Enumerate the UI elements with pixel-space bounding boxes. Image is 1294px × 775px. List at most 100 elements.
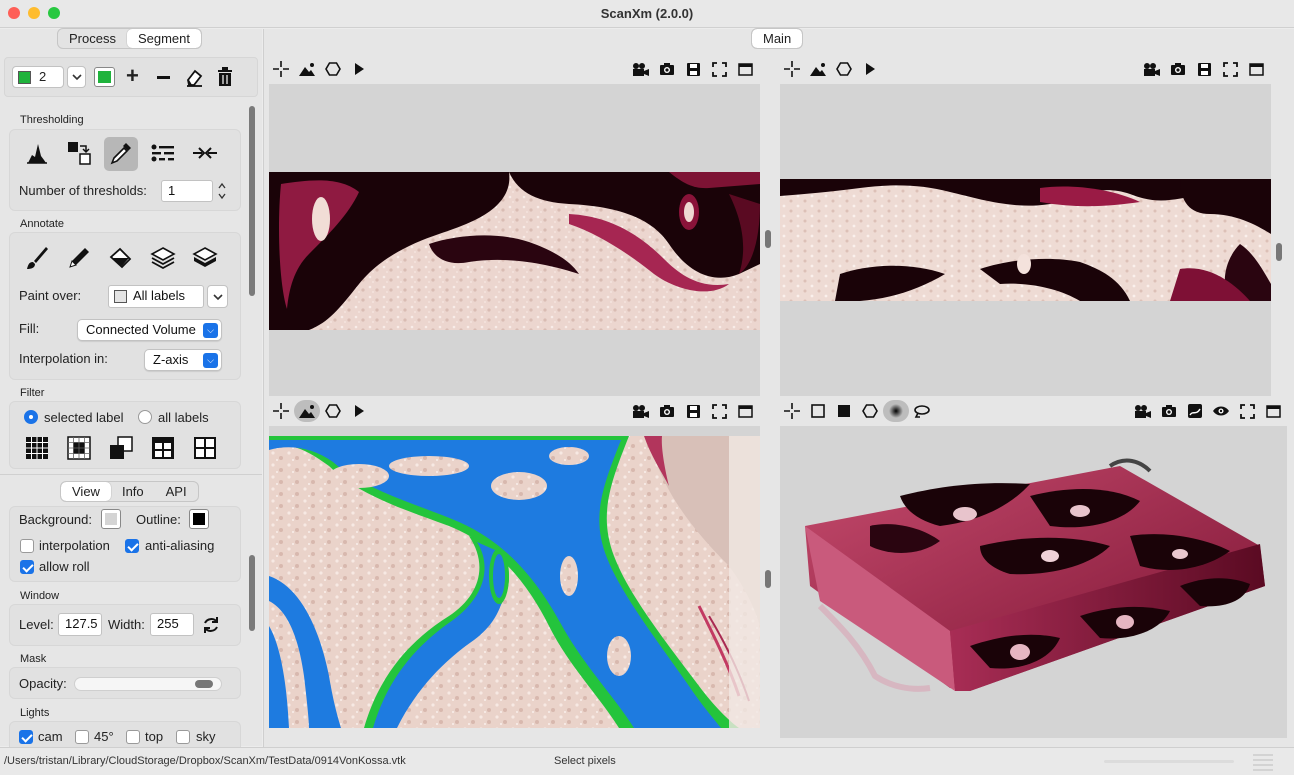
pick-threshold-button[interactable] — [104, 137, 138, 171]
label-color-button[interactable] — [94, 67, 115, 87]
record-button[interactable] — [1139, 58, 1165, 80]
threshold-sliders-button[interactable] — [148, 138, 178, 168]
filter-dilate-button[interactable] — [22, 433, 52, 463]
width-input[interactable]: 255 — [150, 613, 194, 636]
light-sky-checkbox[interactable] — [176, 730, 190, 744]
light-45-checkbox[interactable] — [75, 730, 89, 744]
filter-selected-label-radio[interactable] — [24, 410, 38, 424]
snapshot-button[interactable] — [1165, 58, 1191, 80]
crosshair-button[interactable] — [779, 400, 805, 422]
volume-3d-view[interactable] — [780, 426, 1287, 738]
polygon-button[interactable] — [320, 58, 346, 80]
crosshair-button[interactable] — [779, 58, 805, 80]
record-button[interactable] — [628, 58, 654, 80]
texture-button[interactable] — [1182, 400, 1208, 422]
fullscreen-button[interactable] — [706, 400, 732, 422]
outline-color-button[interactable] — [189, 509, 209, 529]
crosshair-button[interactable] — [268, 400, 294, 422]
fullscreen-button[interactable] — [1217, 58, 1243, 80]
pen-button[interactable] — [64, 243, 94, 273]
window-level-button[interactable] — [294, 58, 320, 80]
polygon-button[interactable] — [320, 400, 346, 422]
maximize-view-button[interactable] — [1260, 400, 1286, 422]
tab-api[interactable]: API — [155, 482, 198, 501]
window-level-button[interactable] — [294, 400, 320, 422]
polygon-button[interactable] — [857, 400, 883, 422]
vertical-split-handle-bottom[interactable] — [765, 570, 771, 588]
save-button[interactable] — [1191, 58, 1217, 80]
interpolation-checkbox[interactable] — [20, 539, 34, 553]
fill-select[interactable]: Connected Volume ⌵ — [77, 319, 222, 341]
anti-aliasing-checkbox[interactable] — [125, 539, 139, 553]
save-button[interactable] — [680, 400, 706, 422]
tab-view[interactable]: View — [61, 482, 111, 501]
num-thresholds-stepper[interactable] — [216, 180, 228, 202]
resize-grip-icon[interactable] — [1252, 752, 1274, 772]
maximize-view-button[interactable] — [1243, 58, 1269, 80]
maximize-view-button[interactable] — [732, 58, 758, 80]
play-button[interactable] — [346, 400, 372, 422]
allow-roll-checkbox[interactable] — [20, 560, 34, 574]
filter-grid-button[interactable] — [148, 433, 178, 463]
remove-label-icon[interactable] — [157, 76, 170, 79]
camera-icon — [660, 405, 674, 417]
solid-box-button[interactable] — [831, 400, 857, 422]
outline-box-button[interactable] — [805, 400, 831, 422]
add-label-icon[interactable]: + — [126, 65, 139, 87]
brush-button[interactable] — [22, 243, 52, 273]
play-button[interactable] — [346, 58, 372, 80]
tab-info[interactable]: Info — [111, 482, 155, 501]
filter-erode-button[interactable] — [64, 433, 94, 463]
slice-view-xz[interactable] — [269, 84, 760, 396]
label-dropdown-button[interactable] — [67, 66, 86, 88]
snapshot-button[interactable] — [654, 58, 680, 80]
light-cam-checkbox[interactable] — [19, 730, 33, 744]
record-button[interactable] — [628, 400, 654, 422]
filter-all-labels-radio[interactable] — [138, 410, 152, 424]
opacity-slider-thumb[interactable] — [194, 680, 213, 688]
volume-render-button[interactable] — [883, 400, 909, 422]
slice-view-xy[interactable] — [269, 426, 760, 728]
label-selector[interactable]: 2 — [12, 66, 64, 88]
filter-shift-button[interactable] — [106, 433, 136, 463]
rotate-button[interactable] — [909, 400, 935, 422]
segment-panel-scrollbar[interactable] — [249, 106, 255, 296]
visibility-button[interactable] — [1208, 400, 1234, 422]
window-level-button[interactable] — [805, 58, 831, 80]
interpolation-axis-select[interactable]: Z-axis ⌵ — [144, 349, 222, 371]
snapshot-button[interactable] — [654, 400, 680, 422]
histogram-button[interactable] — [22, 138, 52, 168]
num-thresholds-input[interactable]: 1 — [161, 180, 213, 202]
view-panel-scrollbar[interactable] — [249, 555, 255, 631]
maximize-view-button[interactable] — [732, 400, 758, 422]
paint-over-dropdown-button[interactable] — [207, 285, 228, 308]
vertical-split-handle-top[interactable] — [765, 230, 771, 248]
background-color-button[interactable] — [101, 509, 121, 529]
right-scroll-handle[interactable] — [1276, 243, 1282, 261]
tab-main[interactable]: Main — [752, 29, 803, 48]
record-button[interactable] — [1130, 400, 1156, 422]
refresh-icon[interactable] — [201, 615, 221, 635]
square-outline-icon — [811, 404, 825, 418]
layers-button[interactable] — [148, 243, 178, 273]
snapshot-button[interactable] — [1156, 400, 1182, 422]
light-top-checkbox[interactable] — [126, 730, 140, 744]
threshold-merge-button[interactable] — [190, 138, 220, 168]
crosshair-button[interactable] — [268, 58, 294, 80]
save-button[interactable] — [680, 58, 706, 80]
layers-filled-button[interactable] — [190, 243, 220, 273]
play-button[interactable] — [857, 58, 883, 80]
trash-icon[interactable] — [216, 67, 234, 87]
opacity-slider[interactable] — [74, 677, 222, 691]
fullscreen-button[interactable] — [1234, 400, 1260, 422]
eraser-icon[interactable] — [184, 67, 204, 87]
tab-segment[interactable]: Segment — [126, 29, 202, 48]
tab-process[interactable]: Process — [58, 29, 127, 48]
polygon-button[interactable] — [831, 58, 857, 80]
threshold-swap-button[interactable] — [64, 138, 94, 168]
fill-bucket-button[interactable] — [106, 243, 136, 273]
fullscreen-button[interactable] — [706, 58, 732, 80]
filter-box-button[interactable] — [190, 433, 220, 463]
slice-view-yz[interactable] — [780, 84, 1271, 396]
level-input[interactable]: 127.5 — [58, 613, 102, 636]
